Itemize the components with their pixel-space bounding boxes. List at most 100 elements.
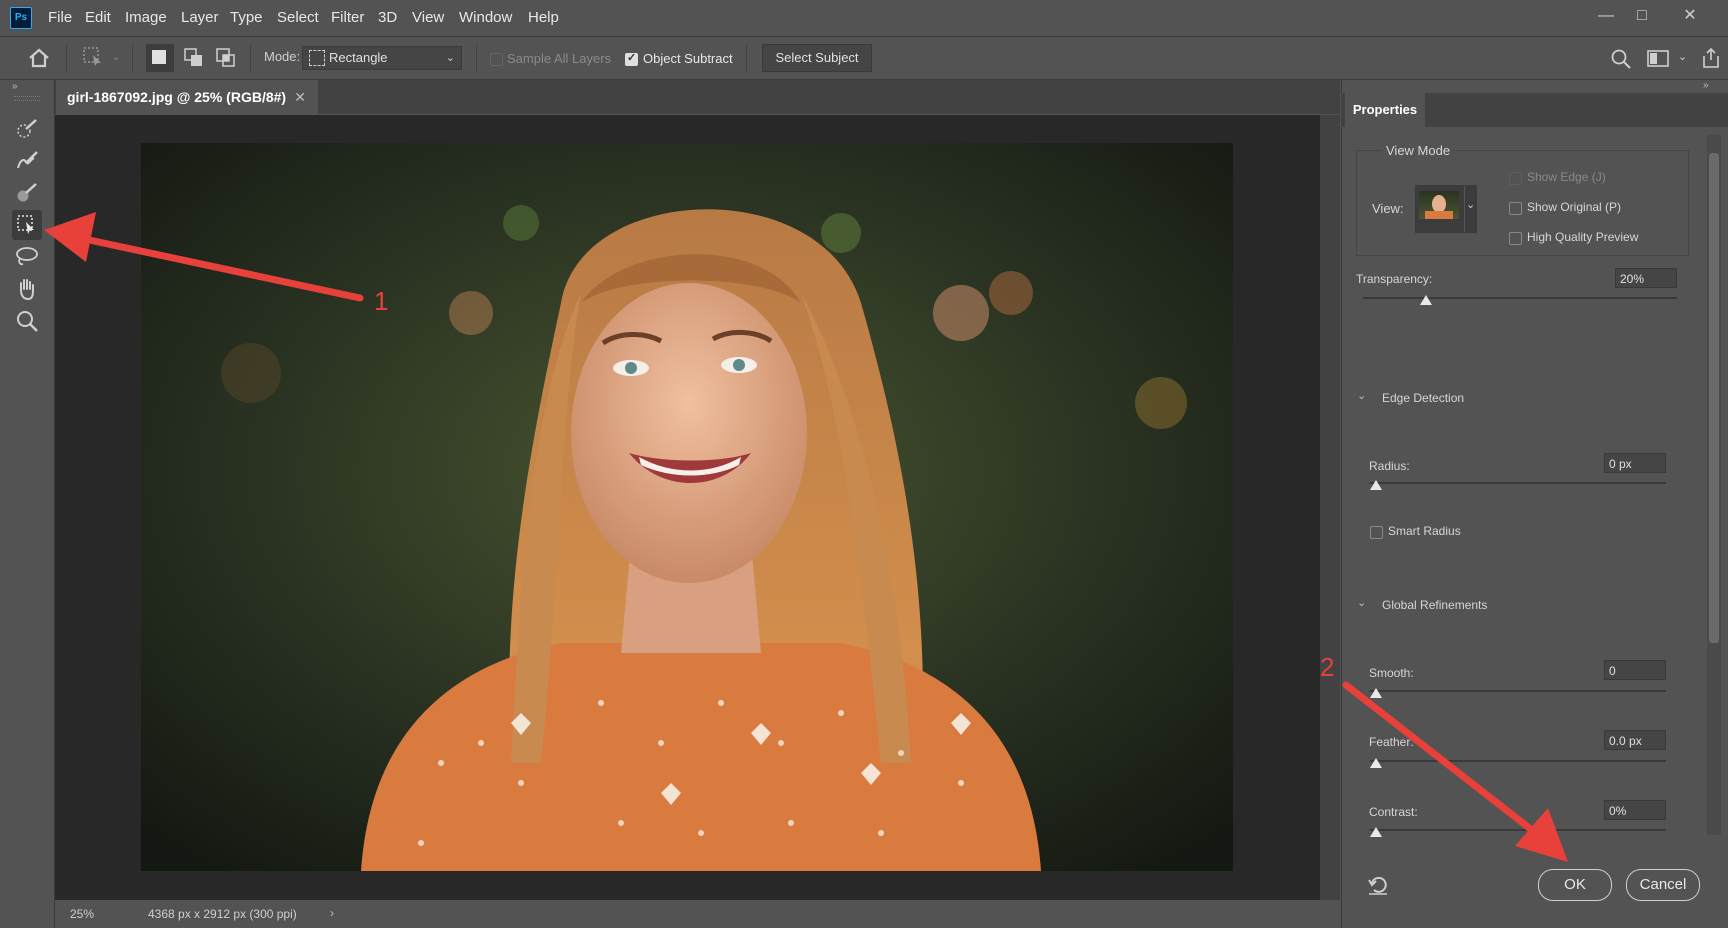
toolbox-grip[interactable]: [14, 96, 40, 101]
smooth-slider-knob[interactable]: [1370, 688, 1382, 698]
smooth-slider-track[interactable]: [1370, 690, 1666, 692]
document-tab[interactable]: girl-1867092.jpg @ 25% (RGB/8#) ✕: [56, 80, 318, 114]
feather-slider-knob[interactable]: [1370, 758, 1382, 768]
brush-tool-icon[interactable]: [12, 178, 42, 208]
radius-slider-knob[interactable]: [1370, 480, 1382, 490]
menu-filter[interactable]: Filter: [331, 9, 364, 26]
mode-select[interactable]: Rectangle ⌄: [302, 46, 462, 70]
photoshop-logo-icon: Ps: [10, 7, 32, 29]
workspace-icon[interactable]: [1646, 48, 1670, 70]
workspace-chevron-down-icon[interactable]: ⌄: [1678, 50, 1687, 63]
feather-slider-track[interactable]: [1370, 760, 1666, 762]
menu-layer[interactable]: Layer: [181, 9, 219, 26]
sample-all-layers-checkbox[interactable]: [490, 53, 503, 66]
menu-3d[interactable]: 3D: [378, 9, 397, 26]
photo-canvas[interactable]: [141, 143, 1233, 871]
annotation-label-2: 2: [1320, 652, 1335, 682]
sample-all-layers-label: Sample All Layers: [507, 51, 612, 66]
smooth-input[interactable]: 0: [1604, 660, 1666, 680]
preset-chevron-down-icon[interactable]: ⌄: [112, 52, 120, 63]
object-subtract-label: Object Subtract: [643, 51, 733, 66]
hand-tool-icon[interactable]: [12, 274, 42, 304]
view-label: View:: [1372, 201, 1404, 216]
menu-help[interactable]: Help: [528, 9, 559, 26]
menu-view[interactable]: View: [412, 9, 444, 26]
refine-edge-brush-icon[interactable]: [12, 146, 42, 176]
radius-slider-track[interactable]: [1370, 482, 1666, 484]
share-icon[interactable]: [1700, 46, 1722, 70]
zoom-tool-icon[interactable]: [12, 306, 42, 336]
menu-type[interactable]: Type: [230, 9, 263, 26]
zoom-level[interactable]: 25%: [70, 907, 94, 921]
ok-button[interactable]: OK: [1538, 869, 1612, 901]
panel-scrollbar[interactable]: [1707, 135, 1721, 835]
menu-edit[interactable]: Edit: [85, 9, 111, 26]
home-icon[interactable]: [26, 46, 52, 70]
view-preview-dropdown[interactable]: ⌄: [1415, 185, 1477, 233]
show-edge-checkbox[interactable]: [1509, 172, 1522, 185]
menu-select[interactable]: Select: [277, 9, 319, 26]
view-mode-group: [1356, 150, 1689, 256]
smart-radius-label: Smart Radius: [1388, 524, 1461, 538]
global-refinements-chevron-icon[interactable]: ⌄: [1357, 596, 1366, 609]
edge-detection-heading[interactable]: Edge Detection: [1382, 391, 1464, 405]
transparency-input[interactable]: 20%: [1615, 268, 1677, 288]
rectangle-mode-icon: [309, 50, 325, 66]
close-icon[interactable]: ✕: [1672, 4, 1708, 28]
object-selection-tool-preset-icon[interactable]: [82, 46, 104, 68]
collapse-toolbox-icon[interactable]: »: [12, 81, 18, 92]
document-info: 4368 px x 2912 px (300 ppi): [148, 907, 297, 921]
close-tab-icon[interactable]: ✕: [294, 80, 306, 114]
contrast-label: Contrast:: [1369, 805, 1418, 819]
cancel-button[interactable]: Cancel: [1626, 869, 1700, 901]
show-original-checkbox[interactable]: [1509, 202, 1522, 215]
feather-input[interactable]: 0.0 px: [1604, 730, 1666, 750]
canvas-vertical-scrollbar[interactable]: [1320, 115, 1340, 900]
edge-detection-chevron-icon[interactable]: ⌄: [1357, 389, 1366, 402]
object-selection-tool-icon[interactable]: [12, 210, 42, 240]
high-quality-preview-label: High Quality Preview: [1527, 230, 1639, 244]
view-mode-heading: View Mode: [1382, 143, 1455, 158]
document-tab-title: girl-1867092.jpg @ 25% (RGB/8#): [67, 89, 287, 105]
search-icon[interactable]: [1610, 48, 1632, 70]
menu-window[interactable]: Window: [459, 9, 512, 26]
smart-radius-checkbox[interactable]: [1370, 526, 1383, 539]
mode-label: Mode:: [264, 49, 301, 64]
quick-selection-tool-icon[interactable]: [12, 114, 42, 144]
contrast-input[interactable]: 0%: [1604, 800, 1666, 820]
status-bar: 25% 4368 px x 2912 px (300 ppi) ›: [55, 900, 1320, 928]
view-chevron-down-icon: ⌄: [1466, 199, 1476, 211]
select-subject-button[interactable]: Select Subject: [762, 44, 872, 72]
global-refinements-heading[interactable]: Global Refinements: [1382, 598, 1487, 612]
contrast-slider-track[interactable]: [1370, 829, 1666, 831]
lasso-tool-icon[interactable]: [12, 242, 42, 272]
transparency-label: Transparency:: [1356, 272, 1433, 286]
radius-label: Radius:: [1369, 459, 1410, 473]
smooth-label: Smooth:: [1369, 666, 1414, 680]
chevron-down-icon: ⌄: [445, 52, 455, 64]
view-thumbnail: [1419, 191, 1459, 219]
transparency-slider-track[interactable]: [1363, 297, 1677, 299]
contrast-slider-knob[interactable]: [1370, 827, 1382, 837]
annotation-label-1: 1: [374, 286, 389, 316]
mode-value: Rectangle: [329, 50, 388, 65]
menu-image[interactable]: Image: [125, 9, 167, 26]
panel-scrollbar-thumb[interactable]: [1709, 153, 1719, 643]
transparency-slider-knob[interactable]: [1420, 295, 1432, 305]
new-selection-icon[interactable]: [146, 44, 174, 72]
show-edge-label: Show Edge (J): [1527, 170, 1606, 184]
radius-input[interactable]: 0 px: [1604, 453, 1666, 473]
maximize-icon[interactable]: □: [1624, 4, 1660, 28]
object-subtract-checkbox[interactable]: ✓: [625, 52, 638, 66]
high-quality-preview-checkbox[interactable]: [1509, 232, 1522, 245]
subtract-from-selection-icon[interactable]: [212, 44, 240, 72]
menu-file[interactable]: File: [48, 9, 72, 26]
tab-properties[interactable]: Properties: [1345, 93, 1425, 127]
add-to-selection-icon[interactable]: [180, 44, 208, 72]
minimize-icon[interactable]: —: [1588, 4, 1624, 28]
status-chevron-right-icon[interactable]: ›: [330, 906, 334, 920]
collapse-panel-icon[interactable]: »: [1703, 80, 1709, 91]
feather-label: Feather:: [1369, 735, 1414, 749]
show-original-label: Show Original (P): [1527, 200, 1622, 214]
reset-icon[interactable]: [1366, 874, 1390, 896]
